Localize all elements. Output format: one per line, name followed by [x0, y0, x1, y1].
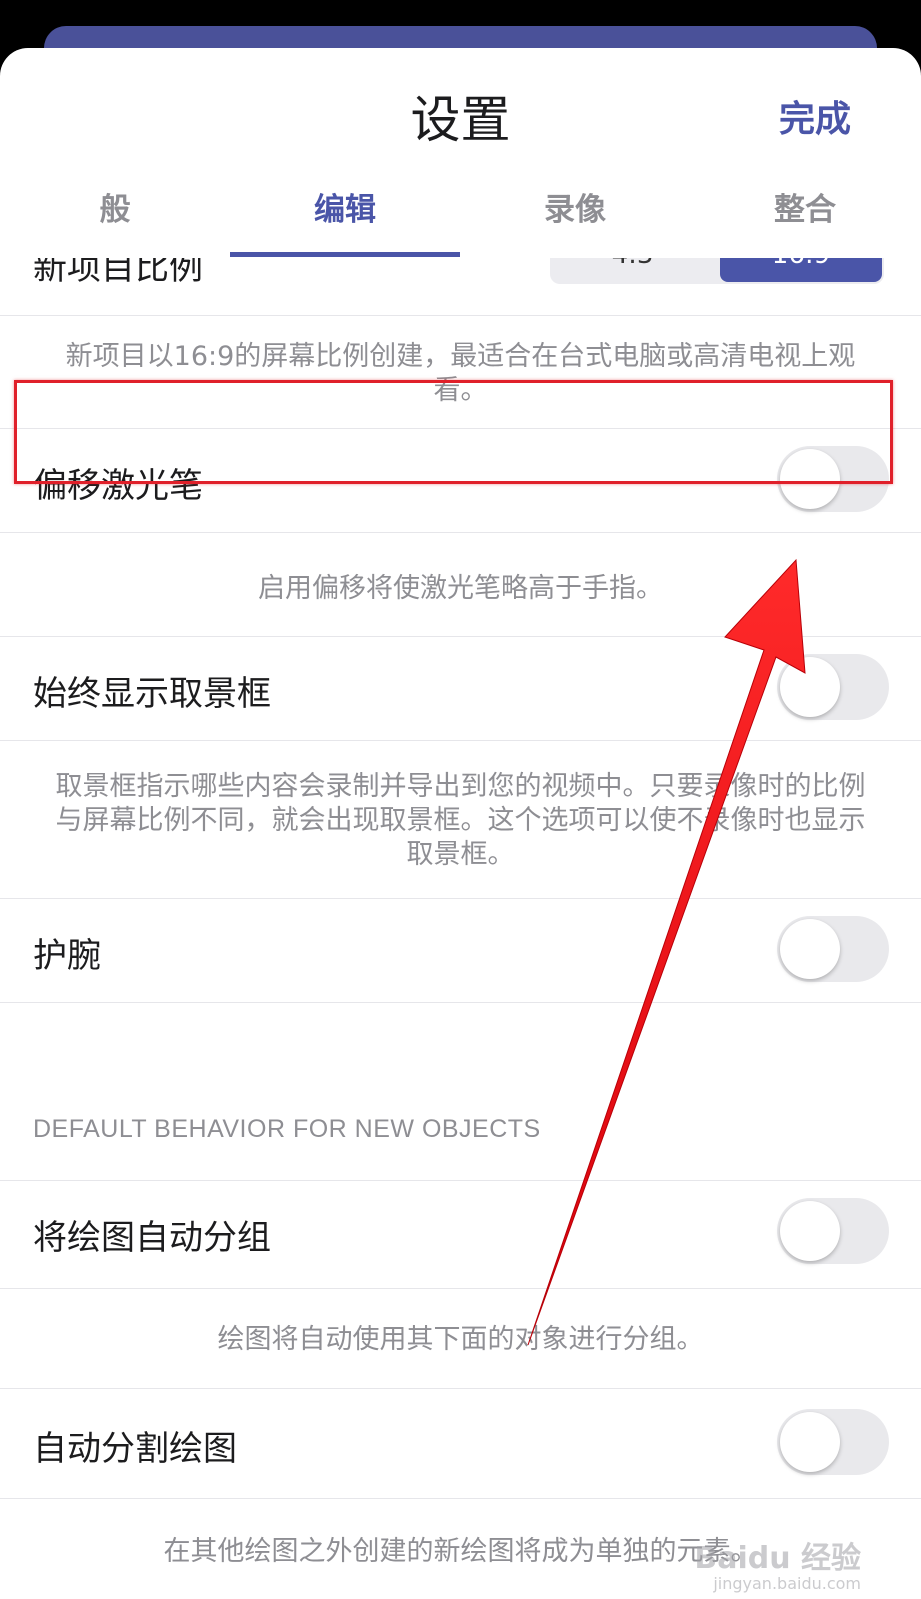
setting-label: 护腕	[33, 936, 101, 976]
setting-row-wrist-guard: 护腕	[0, 898, 921, 1002]
auto-split-toggle[interactable]	[777, 1409, 889, 1475]
tab-recording[interactable]: 录像	[460, 178, 690, 258]
divider	[0, 1388, 921, 1389]
watermark-logo: Baidu 经验	[694, 1541, 861, 1576]
divider	[0, 532, 921, 533]
nav-bar: 设置 完成	[0, 48, 921, 178]
tab-bar: 般 编辑 录像 整合	[0, 178, 921, 258]
tab-integration[interactable]: 整合	[690, 178, 920, 258]
aspect-ratio-row: 新项目比例 4:3 16:9	[0, 258, 921, 308]
aspect-ratio-segmented-control: 4:3 16:9	[550, 258, 884, 284]
divider	[0, 1498, 921, 1499]
aspect-ratio-label: 新项目比例	[33, 258, 203, 288]
tab-edit[interactable]: 编辑	[230, 178, 460, 258]
divider	[0, 1288, 921, 1289]
setting-label: 将绘图自动分组	[33, 1218, 271, 1258]
setting-row-auto-split: 自动分割绘图	[0, 1391, 921, 1495]
toggle-knob	[780, 919, 840, 979]
aspect-option-16-9[interactable]: 16:9	[720, 258, 882, 282]
toggle-knob	[780, 657, 840, 717]
always-show-frame-toggle[interactable]	[777, 654, 889, 720]
divider	[0, 740, 921, 741]
active-tab-indicator	[230, 252, 460, 257]
setting-description: 启用偏移将使激光笔略高于手指。	[258, 573, 663, 604]
highlight-annotation-box	[14, 380, 893, 484]
tab-general[interactable]: 般	[0, 178, 230, 258]
setting-row-always-show-frame: 始终显示取景框	[0, 636, 921, 740]
setting-label: 始终显示取景框	[33, 674, 271, 714]
wrist-guard-toggle[interactable]	[777, 916, 889, 982]
setting-row-auto-group: 将绘图自动分组	[0, 1180, 921, 1284]
done-button[interactable]: 完成	[779, 90, 851, 142]
settings-sheet: 设置 完成 般 编辑 录像 整合 新项目比例 4:3 16:9 新项目以16:9…	[0, 48, 921, 1599]
setting-label: 自动分割绘图	[33, 1429, 237, 1469]
toggle-knob	[780, 1201, 840, 1261]
section-header: DEFAULT BEHAVIOR FOR NEW OBJECTS	[33, 1115, 541, 1143]
divider	[0, 1002, 921, 1003]
divider	[0, 315, 921, 316]
aspect-option-4-3[interactable]: 4:3	[550, 258, 715, 282]
watermark-url: jingyan.baidu.com	[713, 1574, 861, 1593]
toggle-knob	[780, 1412, 840, 1472]
auto-group-toggle[interactable]	[777, 1198, 889, 1264]
setting-description: 取景框指示哪些内容会录制并导出到您的视频中。只要录像时的比例与屏幕比例不同，就会…	[55, 771, 866, 870]
setting-description: 绘图将自动使用其下面的对象进行分组。	[217, 1324, 704, 1355]
